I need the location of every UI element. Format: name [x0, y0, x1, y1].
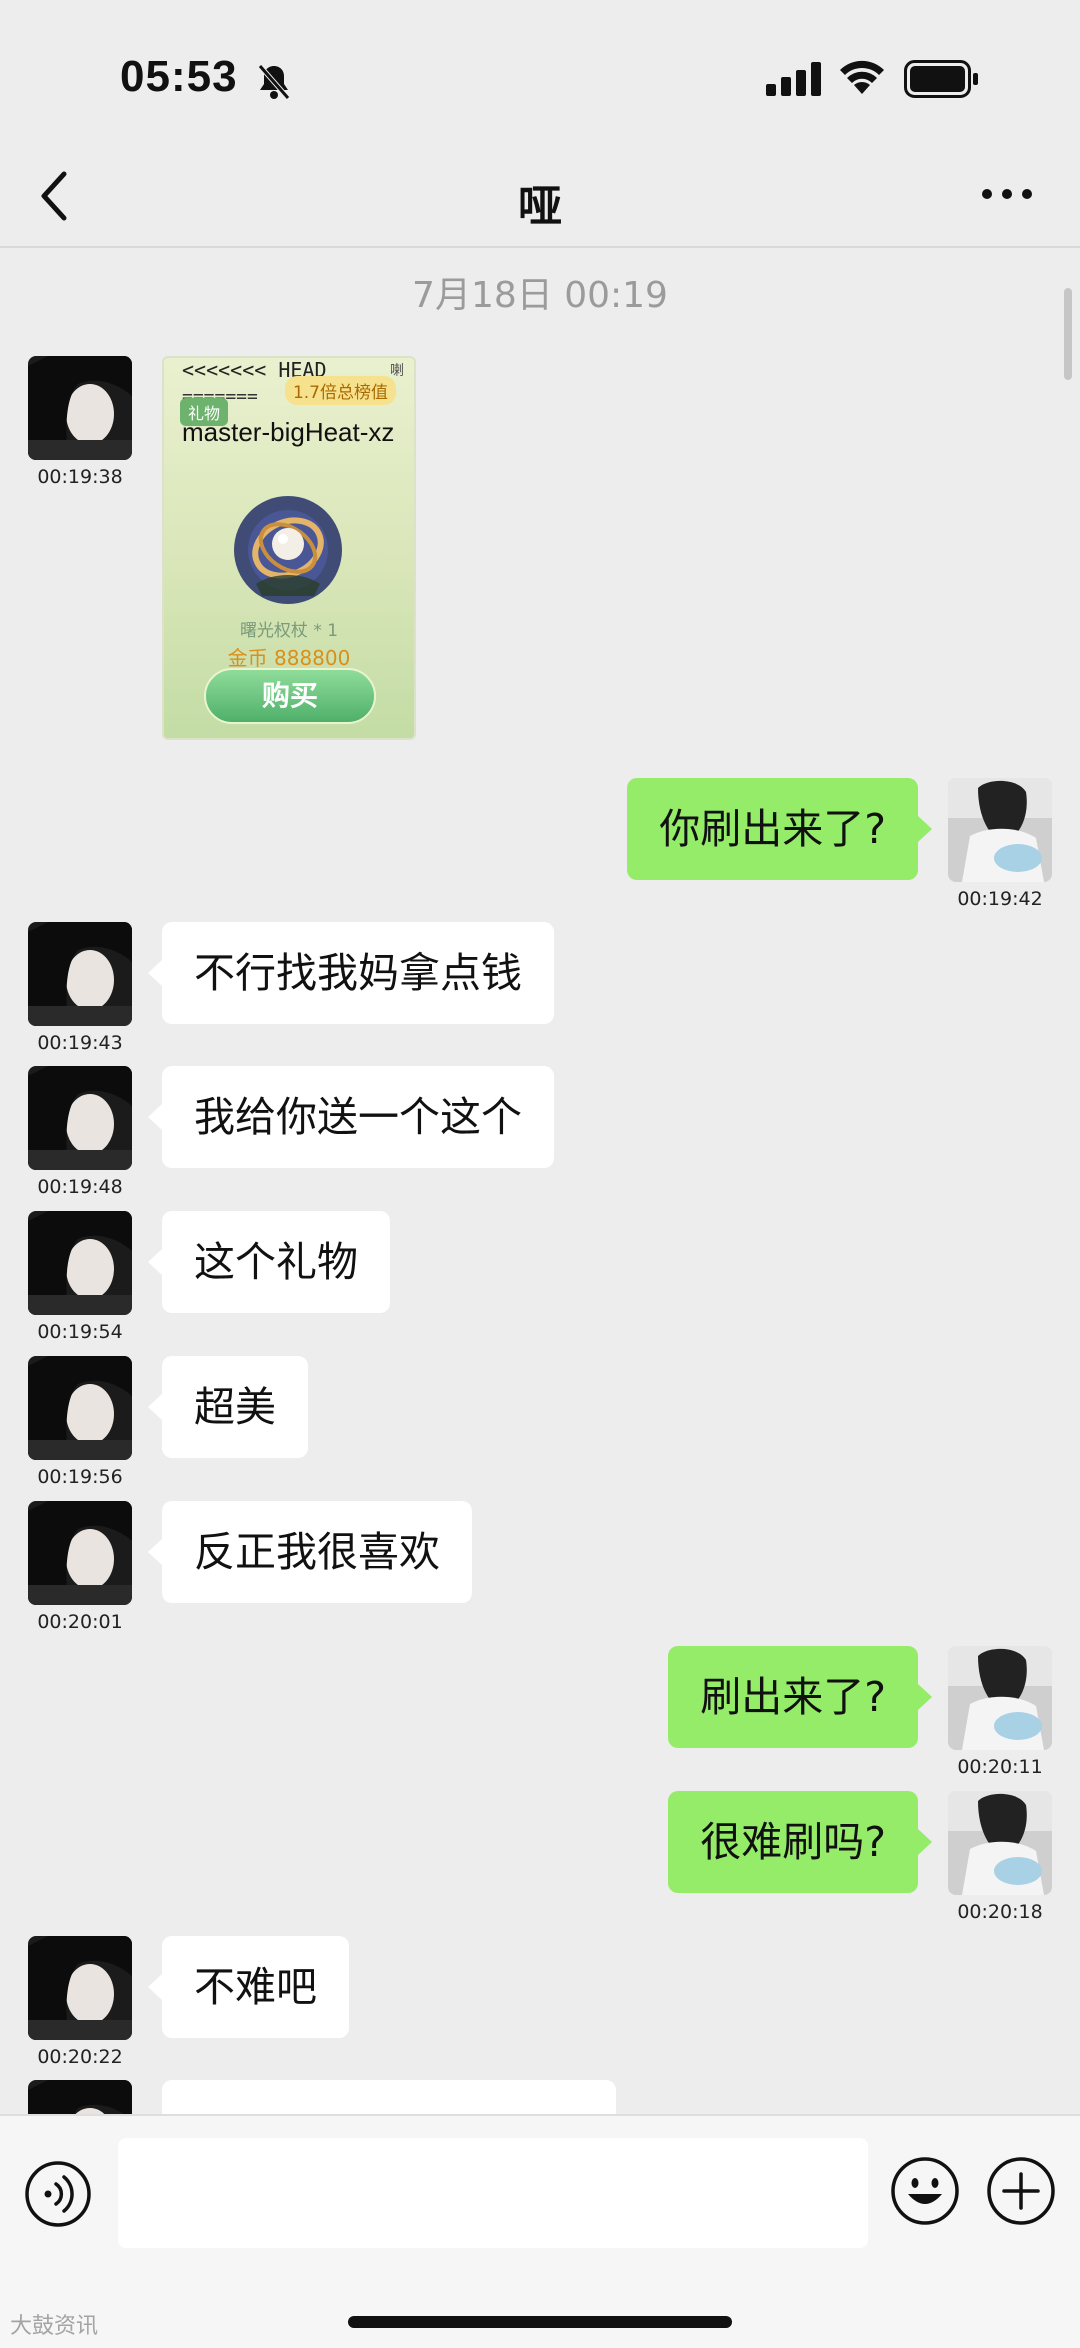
- avatar[interactable]: [28, 2080, 132, 2114]
- voice-icon[interactable]: [24, 2160, 92, 2228]
- avatar[interactable]: [28, 1356, 132, 1460]
- more-icon[interactable]: [980, 184, 1034, 204]
- gift-card[interactable]: <<<<<<< HEAD ======= 1.7倍总榜值 喇 礼物 master…: [162, 356, 416, 740]
- received-bubble[interactable]: 不难吧: [148, 1936, 349, 2038]
- received-bubble[interactable]: 不行找我妈拿点钱: [148, 922, 554, 1024]
- message-timestamp: 00:19:54: [37, 1321, 123, 1343]
- emoji-icon[interactable]: [890, 2156, 960, 2226]
- chat-area[interactable]: 7月18日 00:19 00:19:38 <<<<<<< HEAD ======…: [0, 248, 1080, 2114]
- gift-name: master-bigHeat-xz: [182, 417, 395, 447]
- received-bubble-partial[interactable]: [162, 2080, 616, 2114]
- avatar[interactable]: [28, 1501, 132, 1605]
- received-bubble[interactable]: 超美: [148, 1356, 308, 1458]
- avatar[interactable]: [28, 1211, 132, 1315]
- gift-price: 金币 888800: [227, 646, 351, 670]
- message-timestamp: 00:19:43: [37, 1032, 123, 1054]
- avatar[interactable]: [28, 356, 132, 460]
- battery-icon: [904, 60, 978, 98]
- wifi-icon: [840, 60, 884, 94]
- message-timestamp: 00:19:48: [37, 1176, 123, 1198]
- scrollbar[interactable]: [1064, 288, 1072, 380]
- status-time: 05:53: [120, 52, 238, 101]
- sent-bubble[interactable]: 刷出来了?: [668, 1646, 932, 1748]
- input-bar: 大鼓资讯: [0, 2114, 1080, 2348]
- message-timestamp: 00:19:38: [37, 466, 123, 488]
- received-bubble[interactable]: 反正我很喜欢: [148, 1501, 472, 1603]
- sent-bubble[interactable]: 你刷出来了?: [627, 778, 932, 880]
- buy-button[interactable]: 购买: [204, 668, 376, 724]
- message-timestamp: 00:19:42: [957, 888, 1043, 910]
- message-timestamp: 00:20:11: [957, 1756, 1043, 1778]
- sent-bubble[interactable]: 很难刷吗?: [668, 1791, 932, 1893]
- avatar[interactable]: [28, 1066, 132, 1170]
- self-avatar[interactable]: [948, 1791, 1052, 1895]
- received-bubble[interactable]: 我给你送一个这个: [148, 1066, 554, 1168]
- gift-badge: 1.7倍总榜值: [284, 376, 396, 405]
- status-bar: 05:53: [0, 0, 1080, 150]
- received-bubble[interactable]: 这个礼物: [148, 1211, 390, 1313]
- plus-icon[interactable]: [986, 2156, 1056, 2226]
- gift-corner-text: 喇: [390, 363, 404, 379]
- message-timestamp: 00:20:18: [957, 1901, 1043, 1923]
- message-timestamp: 00:20:22: [37, 2046, 123, 2068]
- self-avatar[interactable]: [948, 1646, 1052, 1750]
- signal-icon: [766, 62, 821, 96]
- watermark: 大鼓资讯: [10, 2314, 99, 2339]
- avatar[interactable]: [28, 1936, 132, 2040]
- avatar[interactable]: [28, 922, 132, 1026]
- home-indicator[interactable]: [348, 2316, 732, 2328]
- message-input[interactable]: [118, 2138, 868, 2248]
- nav-bar: 哑: [0, 150, 1080, 248]
- gift-caption: 曙光权杖 * 1: [239, 621, 339, 641]
- gift-ring-icon: [234, 496, 342, 604]
- chat-title: 哑: [518, 181, 562, 232]
- message-timestamp: 00:19:56: [37, 1466, 123, 1488]
- message-timestamp: 00:20:01: [37, 1611, 123, 1633]
- date-stamp: 7月18日 00:19: [412, 275, 668, 316]
- bell-slash-icon: [258, 64, 290, 100]
- self-avatar[interactable]: [948, 778, 1052, 882]
